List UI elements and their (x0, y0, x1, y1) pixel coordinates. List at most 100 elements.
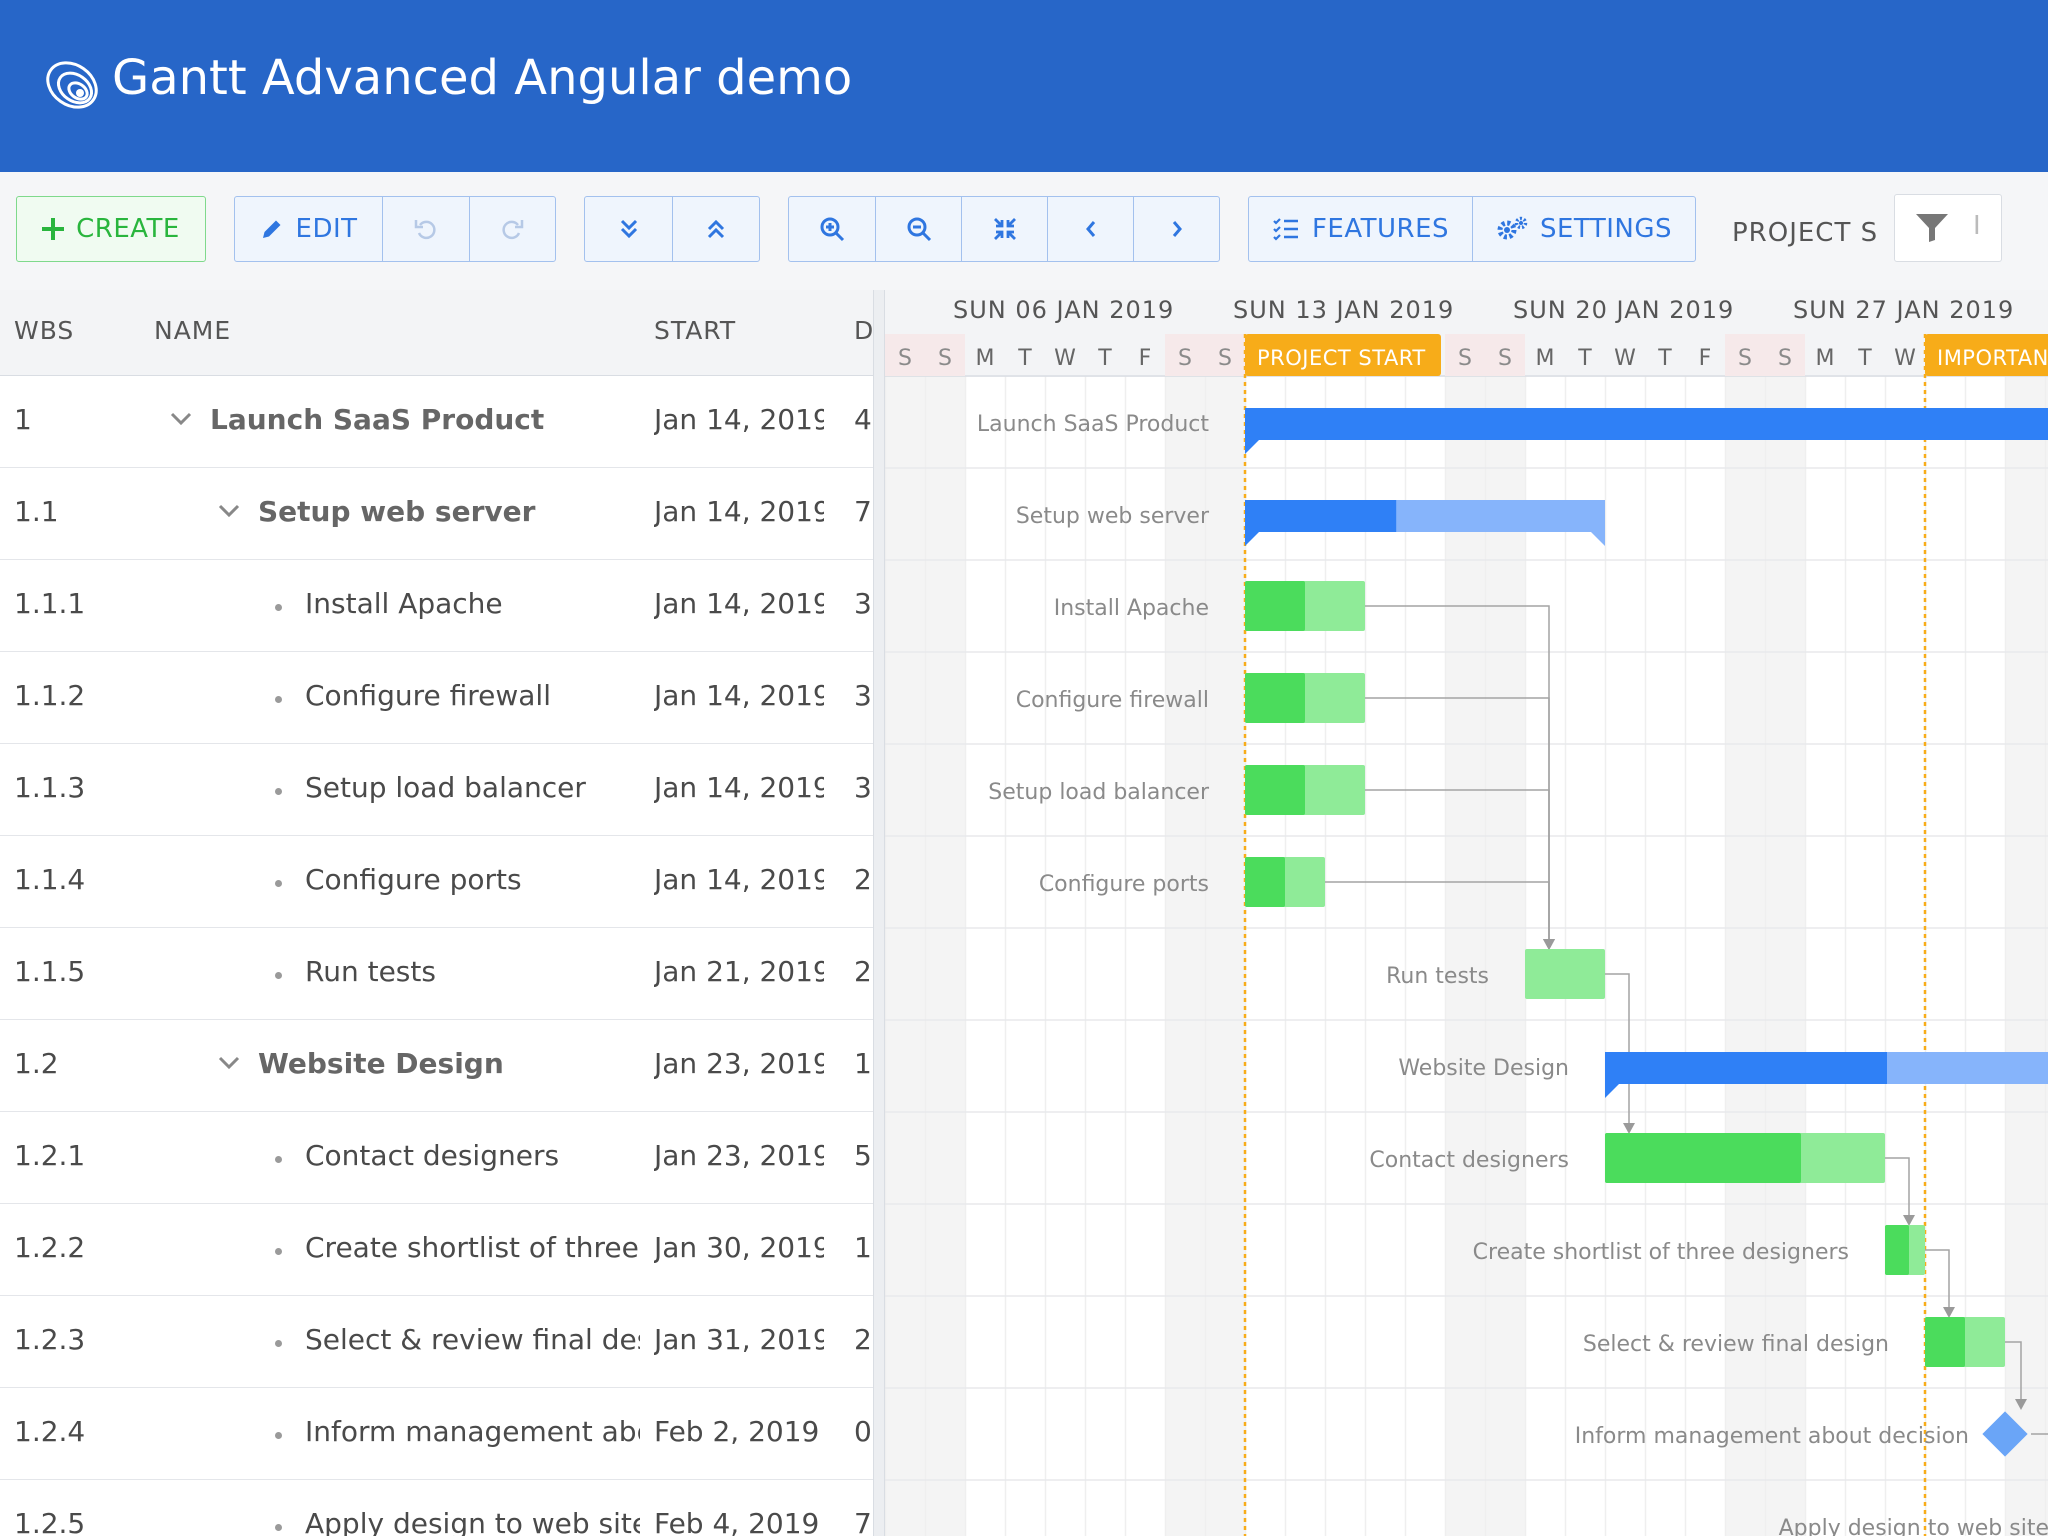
task-label: Run tests (1386, 964, 1489, 989)
table-row[interactable]: 1.1.5 Run tests Jan 21, 2019 2 (0, 928, 873, 1020)
previous-button[interactable] (1047, 197, 1133, 261)
weekend-shade (1725, 376, 1765, 1536)
zoom-in-button[interactable] (789, 197, 875, 261)
table-row[interactable]: 1.2.3 Select & review final design Jan 31,… (0, 1296, 873, 1388)
weekend-shade (1445, 376, 1485, 1536)
day-letter: T (1017, 346, 1032, 371)
cell-wbs: 1.1.4 (14, 863, 86, 896)
cell-name: Website Design (258, 1047, 504, 1080)
cell-name: Contact designers (305, 1139, 560, 1172)
weekend-shade (1765, 376, 1805, 1536)
table-row[interactable]: 1.1 Setup web server Jan 14, 2019 7 (0, 468, 873, 560)
chevron-down-icon[interactable] (218, 1056, 240, 1070)
task-bar-progress (1245, 857, 1285, 907)
cell-start: Jan 14, 2019 (654, 863, 824, 896)
bullet-icon (275, 1524, 282, 1531)
task-bar[interactable] (1525, 949, 1605, 999)
cell-duration: 3 (854, 587, 872, 620)
column-header-name[interactable]: NAME (154, 316, 231, 345)
filter-icon (1916, 214, 1948, 242)
redo-button[interactable] (468, 197, 555, 261)
weekend-shade (1485, 376, 1525, 1536)
dependency-arrowhead (1903, 1215, 1915, 1226)
column-header-duration[interactable]: D (854, 316, 873, 345)
column-header-wbs[interactable]: WBS (14, 316, 74, 345)
week-label: SUN 27 JAN 2019 (1793, 296, 2014, 324)
day-letter: W (1614, 346, 1636, 371)
settings-button[interactable]: SETTINGS (1472, 197, 1695, 261)
task-bar-progress (1245, 581, 1305, 631)
week-label: SUN 13 JAN 2019 (1233, 296, 1454, 324)
table-row[interactable]: 1.1.4 Configure ports Jan 14, 2019 2 (0, 836, 873, 928)
summary-bar-progress (1245, 500, 1397, 532)
edit-button[interactable]: EDIT (235, 197, 382, 261)
day-letter: T (1857, 346, 1872, 371)
dependency-arrowhead (1943, 1307, 1955, 1318)
collapse-all-button[interactable] (672, 197, 759, 261)
cell-duration: 2 (854, 1323, 872, 1356)
next-button[interactable] (1133, 197, 1219, 261)
summary-bar-cap-left (1245, 440, 1259, 454)
app-title: Gantt Advanced Angular demo (112, 50, 853, 106)
task-label: Website Design (1398, 1056, 1569, 1081)
cell-name: Setup load balancer (305, 771, 586, 804)
cell-wbs: 1.2.4 (14, 1415, 86, 1448)
bullet-icon (275, 1156, 282, 1163)
cell-name: Apply design to web site (305, 1507, 640, 1536)
cell-duration: 0 (854, 1415, 872, 1448)
zoom-group (788, 196, 1220, 262)
create-button[interactable]: CREATE (17, 197, 205, 261)
table-row[interactable]: 1.2.2 Create shortlist of three designers… (0, 1204, 873, 1296)
cell-start: Jan 23, 2019 (654, 1047, 824, 1080)
chevron-down-icon[interactable] (218, 504, 240, 518)
day-letter: T (1097, 346, 1112, 371)
table-row[interactable]: 1.1.3 Setup load balancer Jan 14, 2019 3 (0, 744, 873, 836)
marker-label: PROJECT START (1257, 346, 1426, 370)
day-letter: S (1178, 346, 1192, 371)
cell-duration: 7 (854, 1507, 872, 1536)
cell-wbs: 1.2.2 (14, 1231, 86, 1264)
filter-field[interactable]: I (1894, 194, 2002, 262)
weekend-shade (1205, 376, 1245, 1536)
zoom-out-icon (907, 217, 931, 242)
undo-button[interactable] (382, 197, 468, 261)
table-row[interactable]: 1 Launch SaaS Product Jan 14, 2019 47 (0, 376, 873, 468)
cell-name: Run tests (305, 955, 436, 988)
task-label: Create shortlist of three designers (1473, 1240, 1849, 1265)
dependency-arrowhead (1623, 1123, 1635, 1134)
bullet-icon (275, 972, 282, 979)
chevron-left-icon (1085, 221, 1095, 237)
cell-name: Inform management about decision (305, 1415, 640, 1448)
table-row[interactable]: 1.2 Website Design Jan 23, 2019 15 (0, 1020, 873, 1112)
cell-duration: 7 (854, 495, 872, 528)
plus-icon (42, 218, 65, 240)
toolbar: CREATE EDIT FEATURES SETTINGS PROJECT S … (0, 172, 2048, 290)
chevron-down-icon[interactable] (170, 412, 192, 426)
cell-start: Jan 21, 2019 (654, 955, 824, 988)
task-label: Install Apache (1054, 596, 1209, 621)
summary-bar-cap-right (1591, 532, 1605, 546)
table-row[interactable]: 1.2.4 Inform management about decision Feb… (0, 1388, 873, 1480)
features-button[interactable]: FEATURES (1249, 197, 1472, 261)
day-letter: T (1657, 346, 1672, 371)
cell-name: Setup web server (258, 495, 536, 528)
cell-wbs: 1.1.1 (14, 587, 86, 620)
bullet-icon (275, 604, 282, 611)
cell-wbs: 1.1.3 (14, 771, 86, 804)
zoom-to-fit-button[interactable] (961, 197, 1047, 261)
grid-splitter[interactable] (873, 290, 885, 1536)
column-header-start[interactable]: START (654, 316, 736, 345)
table-row[interactable]: 1.1.2 Configure firewall Jan 14, 2019 3 (0, 652, 873, 744)
weekend-shade (925, 376, 965, 1536)
day-letter: S (898, 346, 912, 371)
zoom-out-button[interactable] (875, 197, 961, 261)
day-letter: S (1498, 346, 1512, 371)
day-letter: M (1816, 346, 1835, 371)
task-label: Setup load balancer (988, 780, 1210, 805)
expand-all-button[interactable] (585, 197, 672, 261)
table-row[interactable]: 1.2.5 Apply design to web site Feb 4, 2019… (0, 1480, 873, 1536)
cell-name: Select & review final design (305, 1323, 640, 1356)
cell-start: Feb 2, 2019 (654, 1415, 820, 1448)
table-row[interactable]: 1.1.1 Install Apache Jan 14, 2019 3 (0, 560, 873, 652)
table-row[interactable]: 1.2.1 Contact designers Jan 23, 2019 5 (0, 1112, 873, 1204)
